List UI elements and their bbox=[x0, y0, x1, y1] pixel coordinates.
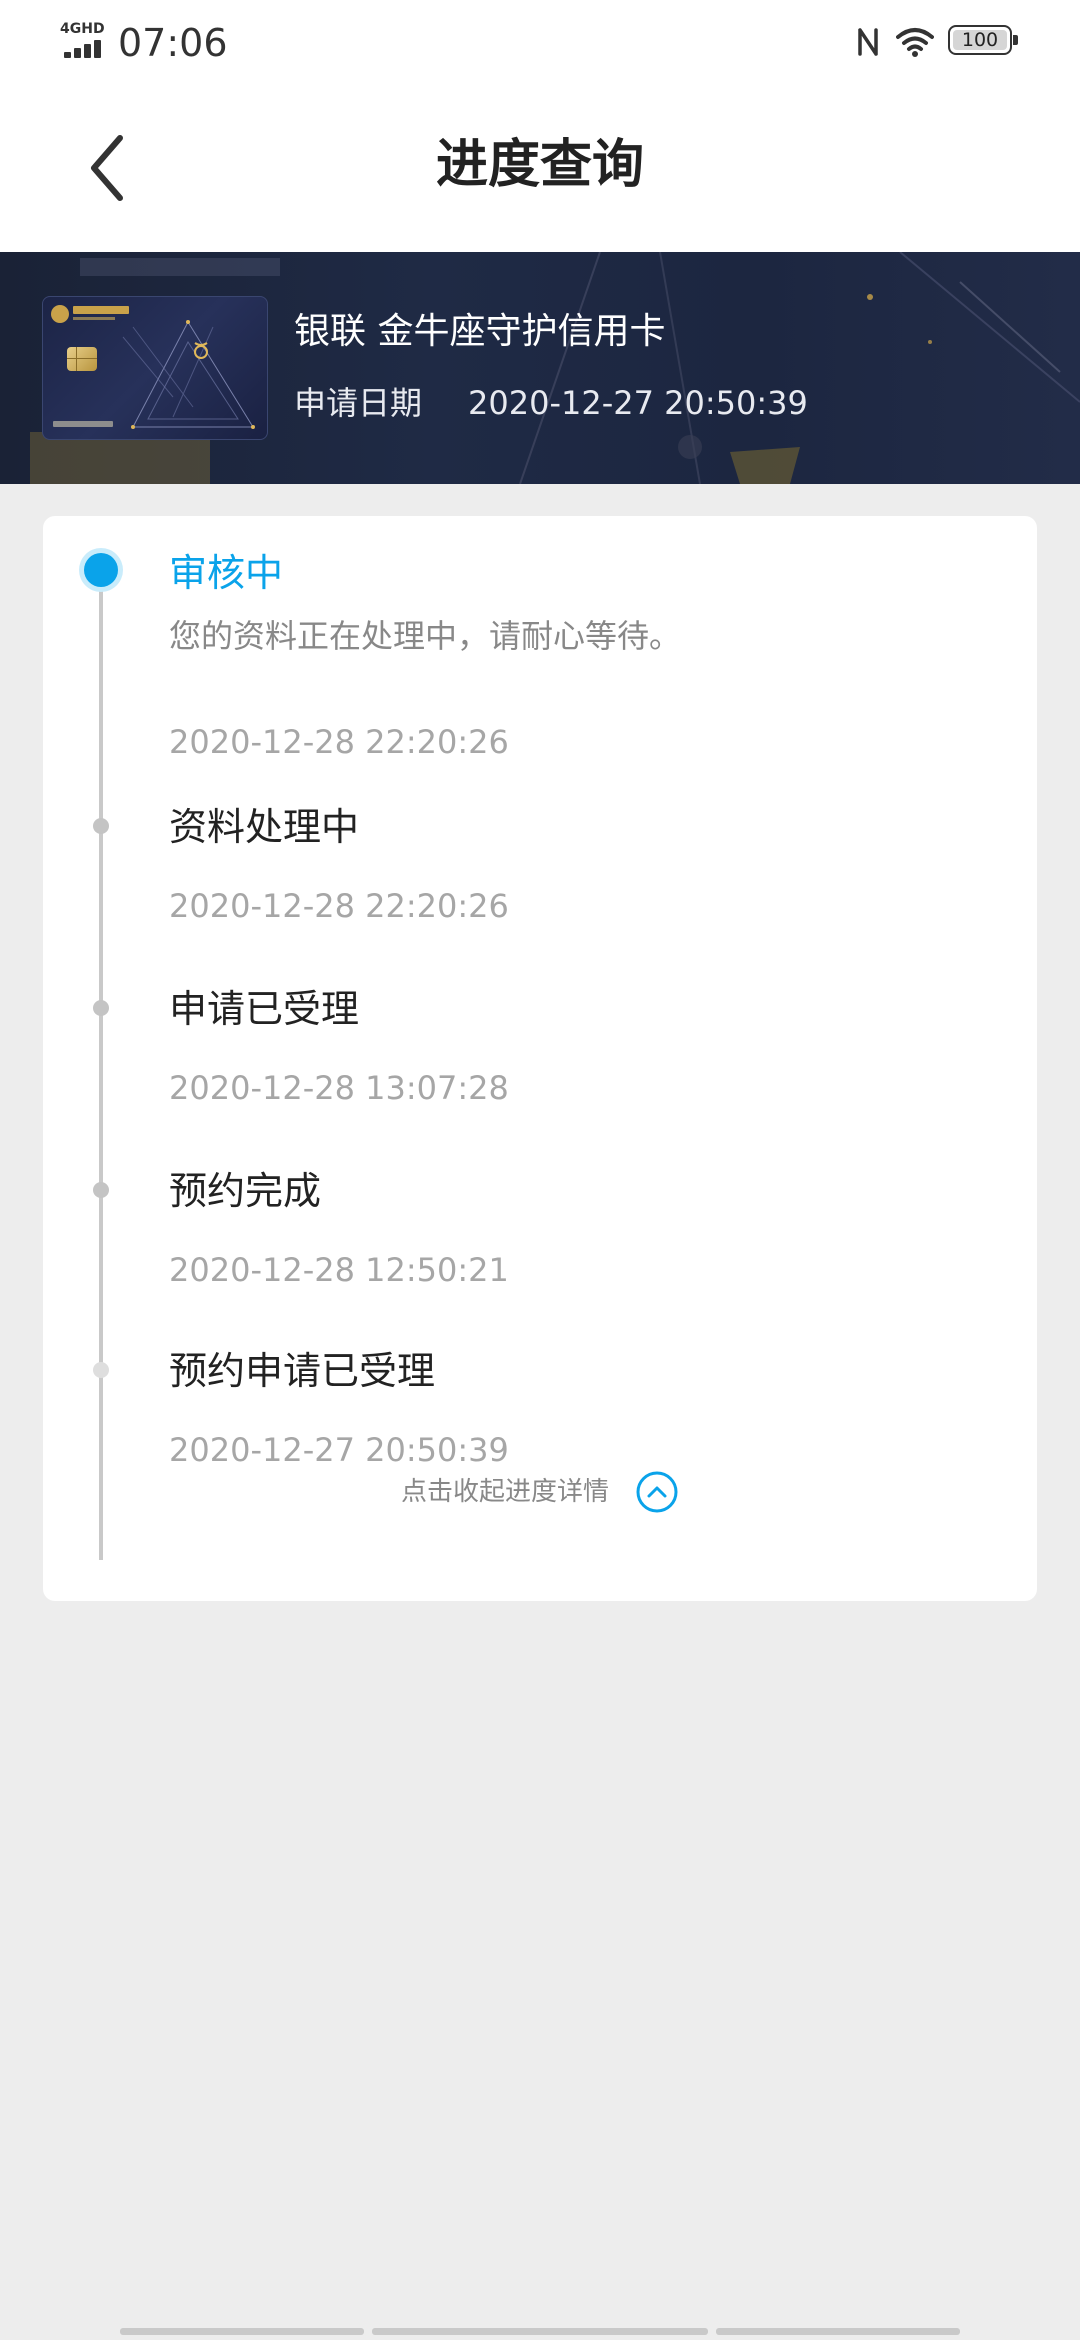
step-time: 2020-12-28 13:07:28 bbox=[169, 1069, 509, 1107]
step-dot-icon bbox=[93, 1362, 109, 1378]
credit-card-image bbox=[42, 296, 268, 440]
chevron-up-circle-icon[interactable] bbox=[635, 1470, 679, 1514]
current-step-dot-icon bbox=[79, 548, 123, 592]
cellular-signal-icon: 4GHD bbox=[60, 22, 106, 60]
timeline-line bbox=[99, 566, 103, 1560]
bank-logo-icon bbox=[51, 305, 69, 323]
gesture-bar-right[interactable] bbox=[716, 2328, 960, 2335]
status-bar: 4GHD 07:06 100 bbox=[0, 0, 1080, 86]
gesture-bar-left[interactable] bbox=[120, 2328, 364, 2335]
step-title: 预约申请已受理 bbox=[169, 1349, 436, 1393]
step-dot-icon bbox=[93, 1182, 109, 1198]
nfc-icon bbox=[858, 28, 878, 56]
battery-level: 100 bbox=[953, 30, 1007, 50]
gesture-bar-home[interactable] bbox=[372, 2328, 708, 2335]
collapse-details-label: 点击收起进度详情 bbox=[400, 1477, 609, 1507]
taurus-pattern-icon bbox=[122, 320, 255, 429]
current-step-description: 您的资料正在处理中，请耐心等待。 bbox=[169, 617, 682, 655]
card-name: 银联 金牛座守护信用卡 bbox=[294, 311, 666, 352]
nav-bar: 进度查询 bbox=[0, 86, 1080, 252]
card-chip-icon bbox=[67, 347, 97, 371]
network-type: 4GHD bbox=[60, 21, 105, 37]
progress-panel: 审核中 您的资料正在处理中，请耐心等待。 2020-12-28 22:20:26… bbox=[43, 516, 1037, 1601]
page-title: 进度查询 bbox=[435, 135, 644, 195]
status-time: 07:06 bbox=[118, 21, 228, 65]
battery-icon: 100 bbox=[948, 25, 1020, 59]
current-step-time: 2020-12-28 22:20:26 bbox=[169, 723, 509, 761]
step-title: 资料处理中 bbox=[169, 805, 360, 849]
step-dot-icon bbox=[93, 818, 109, 834]
step-dot-icon bbox=[93, 1000, 109, 1016]
step-time: 2020-12-28 22:20:26 bbox=[169, 887, 509, 925]
apply-date-label: 申请日期 bbox=[294, 384, 423, 422]
step-title: 预约完成 bbox=[169, 1169, 322, 1213]
current-step-title: 审核中 bbox=[169, 551, 284, 595]
card-banner: 银联 金牛座守护信用卡 申请日期 2020-12-27 20:50:39 bbox=[0, 252, 1080, 484]
collapse-details-button[interactable]: 点击收起进度详情 bbox=[43, 1462, 1037, 1522]
wifi-icon bbox=[896, 28, 934, 57]
step-title: 申请已受理 bbox=[169, 987, 360, 1031]
apply-date-value: 2020-12-27 20:50:39 bbox=[468, 384, 808, 422]
step-time: 2020-12-28 12:50:21 bbox=[169, 1251, 509, 1289]
